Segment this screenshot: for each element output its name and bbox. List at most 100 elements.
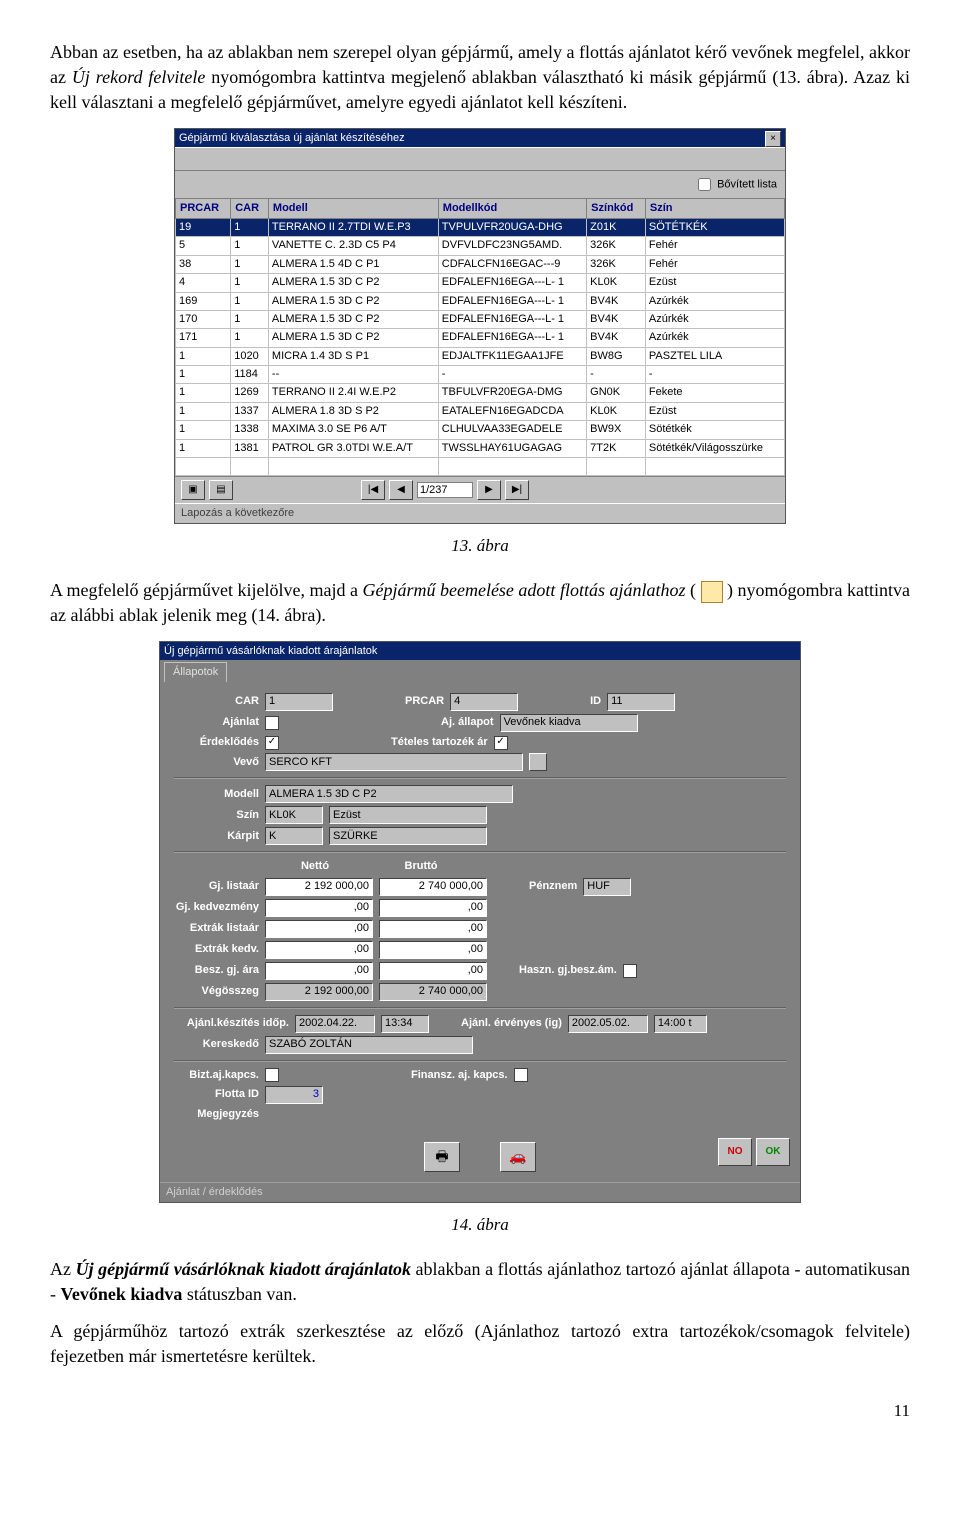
field-ervenyes-time[interactable]: 14:00 t [654, 1015, 707, 1033]
netto-gjlist[interactable]: 2 192 000,00 [265, 878, 373, 896]
teteles-checkbox[interactable] [494, 736, 508, 750]
table-row[interactable]: 11020MICRA 1.4 3D S P1EDJALTFK11EGAA1JFE… [176, 347, 785, 365]
field-karpitkod[interactable]: K [265, 827, 323, 845]
label-keszites: Ajánl.készítés időp. [174, 1016, 289, 1031]
brutto-gjlist[interactable]: 2 740 000,00 [379, 878, 487, 896]
field-szinkod[interactable]: KL0K [265, 806, 323, 824]
erdeklodes-checkbox[interactable] [265, 736, 279, 750]
last-page-icon[interactable]: ▶| [505, 480, 529, 500]
netto-extkedv[interactable]: ,00 [265, 941, 373, 959]
p3-bold: Vevőnek kiadva [61, 1284, 183, 1304]
p2-text-a: A megfelelő gépjárművet kijelölve, majd … [50, 580, 362, 600]
table-row[interactable]: 1711ALMERA 1.5 3D C P2EDFALEFN16EGA---L-… [176, 329, 785, 347]
label-gjkedv: Gj. kedvezmény [174, 900, 259, 915]
field-vevo[interactable]: SERCO KFT [265, 753, 523, 771]
tab-strip: Állapotok [160, 660, 800, 682]
car-icon[interactable]: 🚗 [500, 1142, 536, 1172]
first-page-icon[interactable]: |◀ [361, 480, 385, 500]
table-row[interactable]: 11269TERRANO II 2.4I W.E.P2TBFULVFR20EGA… [176, 384, 785, 402]
label-modell: Modell [174, 787, 259, 802]
brutto-gjkedv[interactable]: ,00 [379, 899, 487, 917]
fig13-toolbar [175, 147, 785, 171]
netto-besz[interactable]: ,00 [265, 962, 373, 980]
field-allapot[interactable]: Vevőnek kiadva [500, 714, 638, 732]
table-row[interactable]: 11337ALMERA 1.8 3D S P2EATALEFN16EGADCDA… [176, 402, 785, 420]
brutto-extkedv[interactable]: ,00 [379, 941, 487, 959]
field-modell[interactable]: ALMERA 1.5 3D C P2 [265, 785, 513, 803]
no-button[interactable]: NO [718, 1138, 752, 1166]
print-icon[interactable]: 🖶 [424, 1142, 460, 1172]
table-row[interactable]: 1691ALMERA 1.5 3D C P2EDFALEFN16EGA---L-… [176, 292, 785, 310]
table-row[interactable]: 381ALMERA 1.5 4D C P1CDFALCFN16EGAC---93… [176, 255, 785, 273]
table-row[interactable]: 11381PATROL GR 3.0TDI W.E.A/TTWSSLHAY61U… [176, 439, 785, 457]
col-netto: Nettó [265, 859, 365, 874]
table-row[interactable]: 1701ALMERA 1.5 3D C P2EDFALEFN16EGA---L-… [176, 310, 785, 328]
field-kereskedo[interactable]: SZABÓ ZOLTÁN [265, 1036, 473, 1054]
bizt-checkbox[interactable] [265, 1068, 279, 1082]
next-page-icon[interactable]: ▶ [477, 480, 501, 500]
field-flotta[interactable]: 3 [265, 1086, 323, 1104]
netto-extlist[interactable]: ,00 [265, 920, 373, 938]
table-row[interactable]: 51VANETTE C. 2.3D C5 P4DVFVLDFC23NG5AMD.… [176, 237, 785, 255]
ok-button[interactable]: OK [756, 1138, 790, 1166]
paragraph-4: A gépjárműhöz tartozó extrák szerkesztés… [50, 1319, 910, 1369]
label-allapot: Aj. állapot [441, 715, 494, 730]
label-besz: Besz. gj. ára [174, 963, 259, 978]
bovitett-checkbox[interactable] [698, 178, 711, 191]
lookup-button[interactable] [529, 753, 547, 771]
th-modellkod[interactable]: Modellkód [438, 198, 586, 218]
haszn-checkbox[interactable] [623, 964, 637, 978]
separator [174, 851, 786, 853]
field-szinnev[interactable]: Ezüst [329, 806, 487, 824]
th-szinkod[interactable]: Színkód [587, 198, 646, 218]
p3-bold-italic: Új gépjármű vásárlóknak kiadott árajánla… [76, 1259, 411, 1279]
th-car[interactable]: CAR [231, 198, 269, 218]
page-indicator[interactable]: 1/237 [417, 482, 473, 498]
th-modell[interactable]: Modell [268, 198, 438, 218]
ajanlat-checkbox[interactable] [265, 716, 279, 730]
toolbar-icon[interactable]: ▣ [181, 480, 205, 500]
label-car: CAR [174, 694, 259, 709]
table-header-row: PRCAR CAR Modell Modellkód Színkód Szín [176, 198, 785, 218]
figure-14-window: Új gépjármű vásárlóknak kiadott árajánla… [159, 641, 801, 1203]
label-veg: Végösszeg [174, 984, 259, 999]
field-keszites-date[interactable]: 2002.04.22. [295, 1015, 375, 1033]
th-szin[interactable]: Szín [645, 198, 784, 218]
field-karpitnev[interactable]: SZÜRKE [329, 827, 487, 845]
label-extlist: Extrák listaár [174, 921, 259, 936]
bovitett-label: Bővített lista [717, 178, 777, 190]
label-bizt: Bizt.aj.kapcs. [174, 1068, 259, 1083]
p3-text-c: státuszban van. [182, 1284, 296, 1304]
label-megjegyzes: Megjegyzés [174, 1107, 259, 1122]
p3-text-a: Az [50, 1259, 76, 1279]
label-haszn: Haszn. gj.besz.ám. [519, 963, 617, 978]
p2-text-b: ( [685, 580, 700, 600]
field-car[interactable]: 1 [265, 693, 333, 711]
form-body: CAR 1 PRCAR 4 ID 11 Ajánlat Aj. állapot … [160, 682, 800, 1132]
brutto-extlist[interactable]: ,00 [379, 920, 487, 938]
label-szin: Szín [174, 808, 259, 823]
figure-13-window: Gépjármű kiválasztása új ajánlat készíté… [174, 128, 786, 525]
tab-allapotok[interactable]: Állapotok [164, 662, 227, 682]
field-penznem[interactable]: HUF [583, 878, 631, 896]
netto-gjkedv[interactable]: ,00 [265, 899, 373, 917]
prev-page-icon[interactable]: ◀ [389, 480, 413, 500]
field-keszites-time[interactable]: 13:34 [381, 1015, 429, 1033]
table-row[interactable]: 41ALMERA 1.5 3D C P2EDFALEFN16EGA---L- 1… [176, 274, 785, 292]
table-row[interactable]: 11338MAXIMA 3.0 SE P6 A/TCLHULVAA33EGADE… [176, 421, 785, 439]
brutto-veg: 2 740 000,00 [379, 983, 487, 1001]
toolbar-icon[interactable]: ▤ [209, 480, 233, 500]
finansz-checkbox[interactable] [514, 1068, 528, 1082]
table-row[interactable]: 11184----- [176, 366, 785, 384]
field-prcar[interactable]: 4 [450, 693, 518, 711]
fig13-title: Gépjármű kiválasztása új ajánlat készíté… [179, 129, 405, 147]
table-row[interactable]: 191TERRANO II 2.7TDI W.E.P3TVPULVFR20UGA… [176, 218, 785, 236]
close-icon[interactable]: × [765, 131, 781, 147]
field-id[interactable]: 11 [607, 693, 675, 711]
table-row[interactable] [176, 458, 785, 476]
field-ervenyes-date[interactable]: 2002.05.02. [568, 1015, 648, 1033]
label-flotta: Flotta ID [174, 1087, 259, 1102]
th-prcar[interactable]: PRCAR [176, 198, 231, 218]
brutto-besz[interactable]: ,00 [379, 962, 487, 980]
caption-14: 14. ábra [50, 1213, 910, 1237]
